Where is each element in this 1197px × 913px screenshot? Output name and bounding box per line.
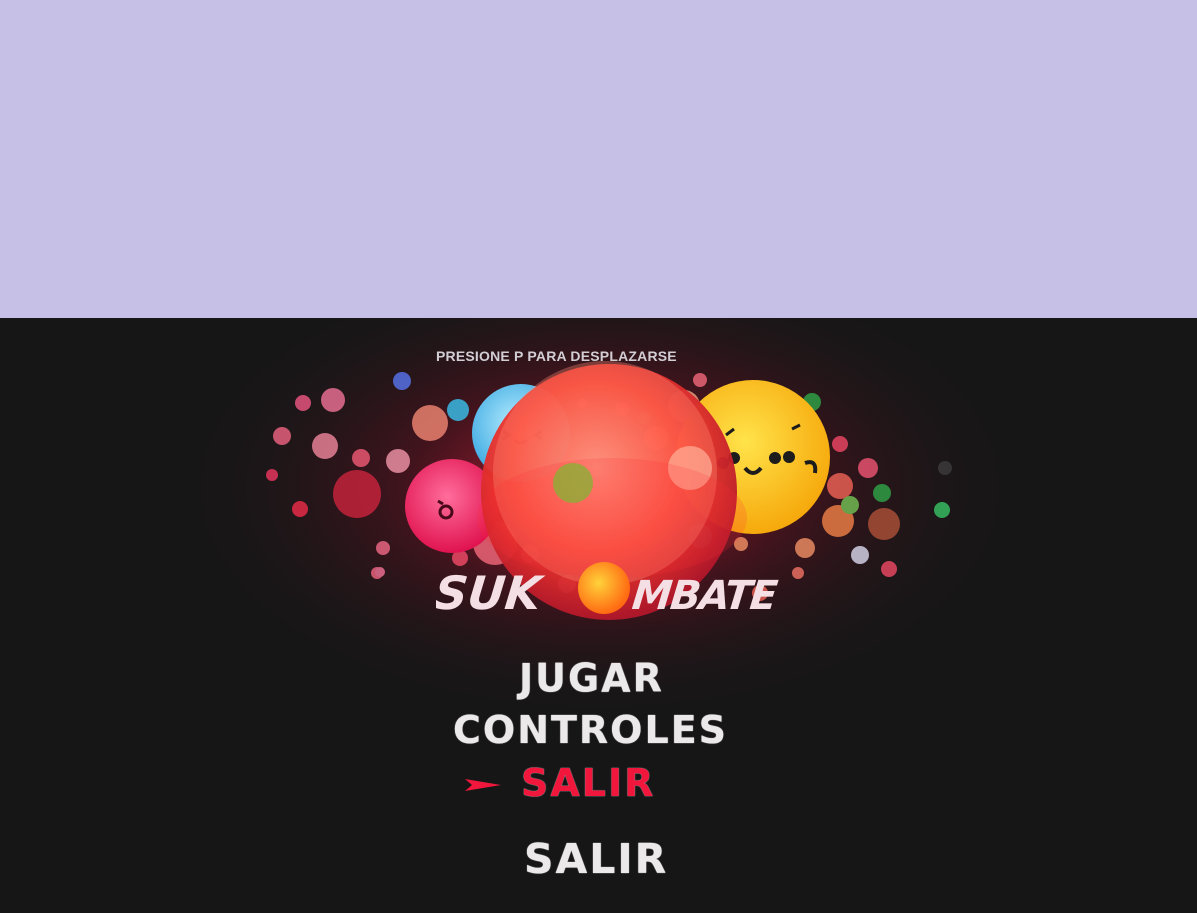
logo-text-right: MBATE — [630, 573, 780, 619]
scroll-hint-text: PRESIONE P PARA DESPLAZARSE — [436, 348, 677, 364]
game-logo: SUK MBATE — [436, 566, 780, 620]
menu-item-salir[interactable]: SALIR — [524, 835, 668, 883]
menu-item-jugar[interactable]: JUGAR — [519, 656, 664, 701]
menu-item-controles[interactable]: CONTROLES — [453, 708, 728, 752]
menu-item-salir-selected[interactable]: SALIR — [521, 761, 655, 805]
arrow-right-icon — [465, 779, 501, 791]
top-empty-band — [0, 0, 1197, 318]
game-main-menu-screen: PRESIONE P PARA DESPLAZARSE SUK MBATE JU… — [0, 318, 1197, 913]
logo-text-left: SUK — [436, 566, 547, 620]
